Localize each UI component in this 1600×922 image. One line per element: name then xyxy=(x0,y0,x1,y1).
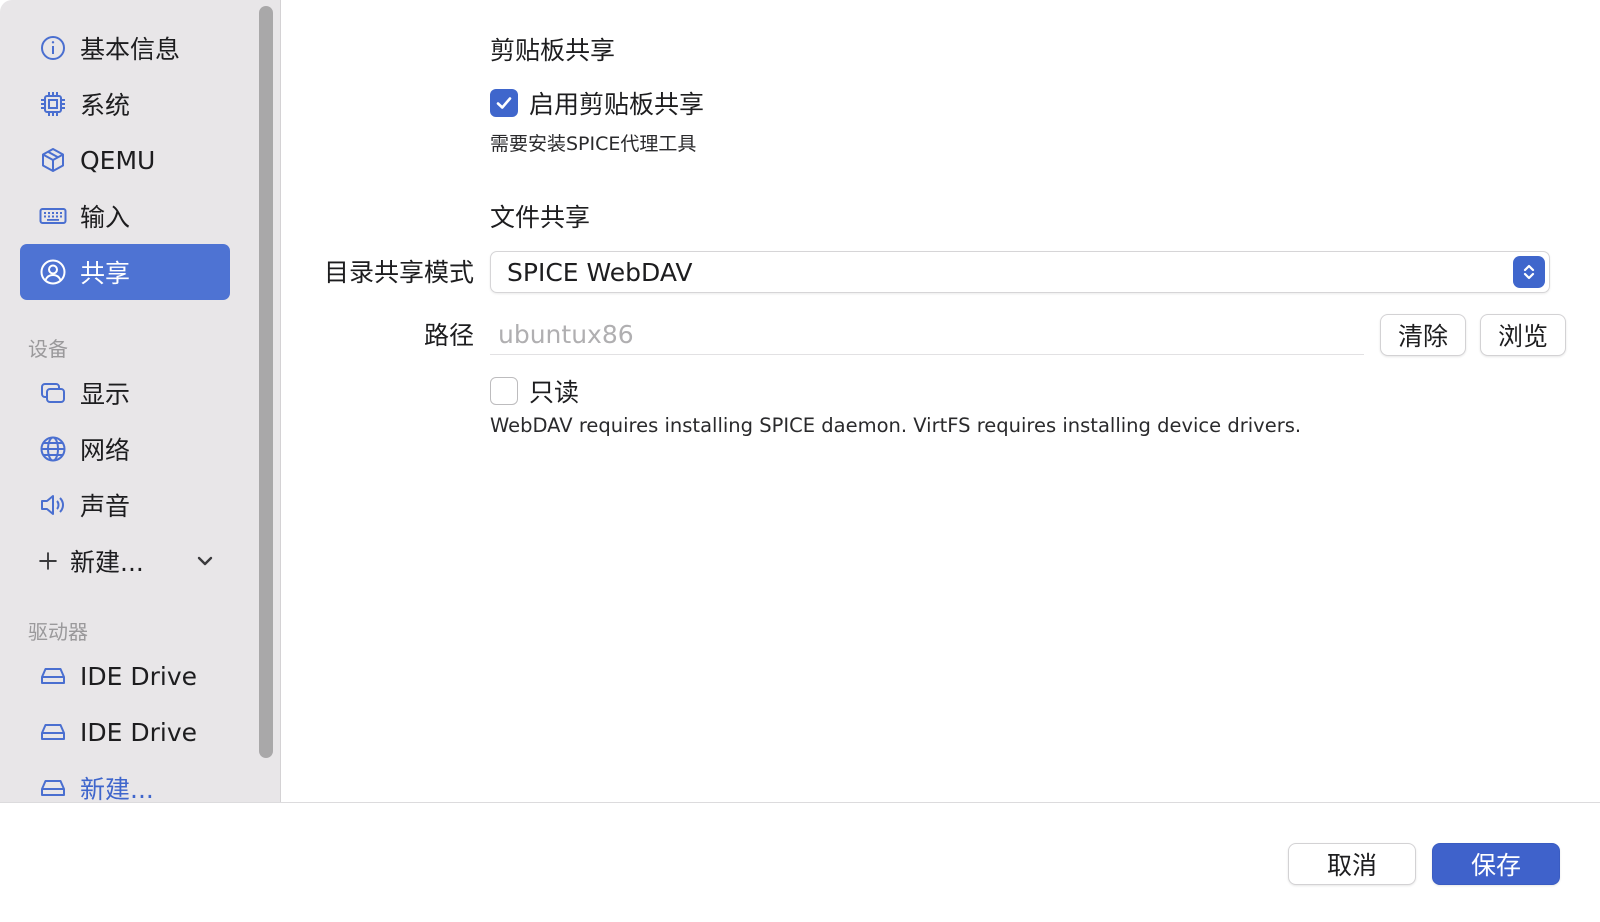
drive-add-icon xyxy=(38,773,68,802)
sidebar-item-basic-info[interactable]: 基本信息 xyxy=(20,20,230,76)
display-windows-icon xyxy=(38,378,68,408)
footer-bar: 取消 保存 xyxy=(0,802,1600,922)
directory-share-mode-value: SPICE WebDAV xyxy=(507,257,693,287)
speaker-icon xyxy=(38,490,68,520)
clipboard-section-title: 剪贴板共享 xyxy=(490,36,616,65)
path-input[interactable] xyxy=(490,315,1364,355)
sidebar-scrollbar[interactable] xyxy=(259,6,273,758)
sidebar-item-network[interactable]: 网络 xyxy=(20,421,230,477)
sidebar-item-label: 显示 xyxy=(80,380,131,409)
sidebar-item-qemu[interactable]: QEMU xyxy=(20,132,230,188)
sidebar-item-new-device[interactable]: 新建... xyxy=(20,533,230,589)
chevron-down-icon[interactable] xyxy=(194,549,216,571)
clipboard-hint: 需要安装SPICE代理工具 xyxy=(490,133,697,155)
sidebar-item-label: 输入 xyxy=(80,203,131,232)
cancel-button[interactable]: 取消 xyxy=(1288,843,1416,885)
sidebar-item-label: 网络 xyxy=(80,436,131,465)
sidebar-item-new-drive[interactable]: 新建... xyxy=(20,760,230,802)
drive-icon xyxy=(38,717,68,747)
browse-button[interactable]: 浏览 xyxy=(1480,314,1566,356)
sidebar-item-drive-1[interactable]: IDE Drive xyxy=(20,648,230,704)
sidebar-item-label: 基本信息 xyxy=(80,35,181,64)
save-button[interactable]: 保存 xyxy=(1432,843,1560,885)
info-icon xyxy=(38,33,68,63)
clipboard-enable-label: 启用剪贴板共享 xyxy=(529,90,705,119)
sidebar-item-label: IDE Drive xyxy=(80,661,198,691)
directory-share-mode-label: 目录共享模式 xyxy=(323,258,474,287)
clipboard-enable-row[interactable]: 启用剪贴板共享 xyxy=(490,85,704,121)
settings-window: 基本信息 系统 QEMU 输入 共享 设备 显示 网络 声音 新建... 驱动器… xyxy=(0,0,1600,922)
file-sharing-section-title: 文件共享 xyxy=(490,203,591,232)
sidebar: 基本信息 系统 QEMU 输入 共享 设备 显示 网络 声音 新建... 驱动器… xyxy=(0,0,281,802)
directory-share-mode-select[interactable]: SPICE WebDAV xyxy=(490,251,1550,293)
clipboard-enable-checkbox[interactable] xyxy=(490,89,518,117)
sidebar-item-label: 系统 xyxy=(80,91,131,120)
sidebar-item-system[interactable]: 系统 xyxy=(20,76,230,132)
cpu-chip-icon xyxy=(38,89,68,119)
sidebar-item-label: QEMU xyxy=(80,145,156,175)
path-label: 路径 xyxy=(423,321,474,350)
sidebar-item-sharing[interactable]: 共享 xyxy=(20,244,230,300)
drives-section-header: 驱动器 xyxy=(28,620,88,644)
readonly-row[interactable]: 只读 xyxy=(490,373,579,409)
devices-section-header: 设备 xyxy=(28,337,68,361)
cube-icon xyxy=(38,145,68,175)
sidebar-item-label: IDE Drive xyxy=(80,717,198,747)
sidebar-item-display[interactable]: 显示 xyxy=(20,365,230,421)
person-circle-icon xyxy=(38,257,68,287)
sidebar-item-input[interactable]: 输入 xyxy=(20,188,230,244)
drive-icon xyxy=(38,661,68,691)
sidebar-item-drive-2[interactable]: IDE Drive xyxy=(20,704,230,760)
readonly-checkbox[interactable] xyxy=(490,377,518,405)
keyboard-icon xyxy=(38,201,68,231)
sidebar-item-label: 声音 xyxy=(80,492,131,521)
sidebar-item-sound[interactable]: 声音 xyxy=(20,477,230,533)
up-down-chevron-icon[interactable] xyxy=(1513,256,1545,288)
clear-button[interactable]: 清除 xyxy=(1380,314,1466,356)
sidebar-item-label: 新建... xyxy=(80,775,154,802)
sidebar-item-label: 共享 xyxy=(80,259,131,288)
file-sharing-note: WebDAV requires installing SPICE daemon.… xyxy=(490,414,1302,437)
globe-icon xyxy=(38,434,68,464)
readonly-label: 只读 xyxy=(529,378,580,407)
plus-icon xyxy=(36,546,60,576)
main-panel: 剪贴板共享 启用剪贴板共享 需要安装SPICE代理工具 文件共享 目录共享模式 … xyxy=(282,0,1600,802)
sidebar-item-label: 新建... xyxy=(70,548,144,577)
